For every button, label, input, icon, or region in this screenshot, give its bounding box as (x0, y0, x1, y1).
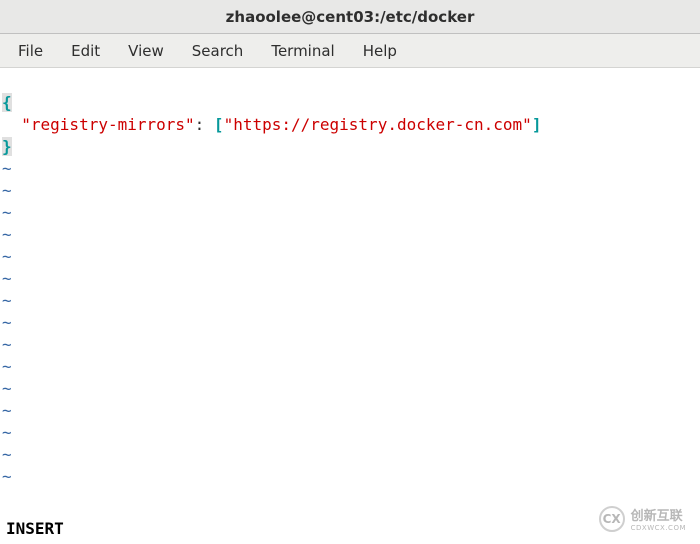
json-close-brace: } (2, 137, 12, 156)
menu-search[interactable]: Search (178, 36, 258, 66)
vim-tilde: ~ (2, 445, 12, 464)
vim-tilde: ~ (2, 467, 12, 486)
watermark-icon: CX (599, 506, 625, 532)
vim-mode-status: INSERT (6, 518, 64, 540)
json-colon: : (195, 115, 214, 134)
vim-tilde: ~ (2, 313, 12, 332)
vim-tilde: ~ (2, 181, 12, 200)
window-titlebar: zhaoolee@cent03:/etc/docker (0, 0, 700, 34)
vim-tilde: ~ (2, 203, 12, 222)
watermark: CX 创新互联 CDXWCX.COM (595, 503, 690, 534)
menu-help[interactable]: Help (349, 36, 411, 66)
vim-tilde: ~ (2, 401, 12, 420)
vim-tilde: ~ (2, 335, 12, 354)
watermark-text: 创新互联 CDXWCX.COM (631, 505, 686, 532)
menu-terminal[interactable]: Terminal (257, 36, 348, 66)
window-title: zhaoolee@cent03:/etc/docker (226, 8, 475, 26)
json-key: "registry-mirrors" (21, 115, 194, 134)
json-open-bracket: [ (214, 115, 224, 134)
vim-tilde: ~ (2, 357, 12, 376)
watermark-chinese: 创新互联 (631, 509, 683, 524)
json-open-brace: { (2, 93, 12, 112)
menubar: File Edit View Search Terminal Help (0, 34, 700, 68)
terminal-editor[interactable]: { "registry-mirrors": ["https://registry… (0, 68, 700, 544)
vim-tilde: ~ (2, 247, 12, 266)
menu-edit[interactable]: Edit (57, 36, 114, 66)
menu-file[interactable]: File (4, 36, 57, 66)
watermark-pinyin: CDXWCX.COM (631, 524, 686, 532)
menu-view[interactable]: View (114, 36, 178, 66)
vim-tilde: ~ (2, 423, 12, 442)
vim-tilde: ~ (2, 159, 12, 178)
vim-tilde: ~ (2, 225, 12, 244)
json-close-bracket: ] (532, 115, 542, 134)
vim-tilde: ~ (2, 291, 12, 310)
vim-tilde: ~ (2, 269, 12, 288)
vim-tilde: ~ (2, 379, 12, 398)
json-value: "https://registry.docker-cn.com" (224, 115, 532, 134)
